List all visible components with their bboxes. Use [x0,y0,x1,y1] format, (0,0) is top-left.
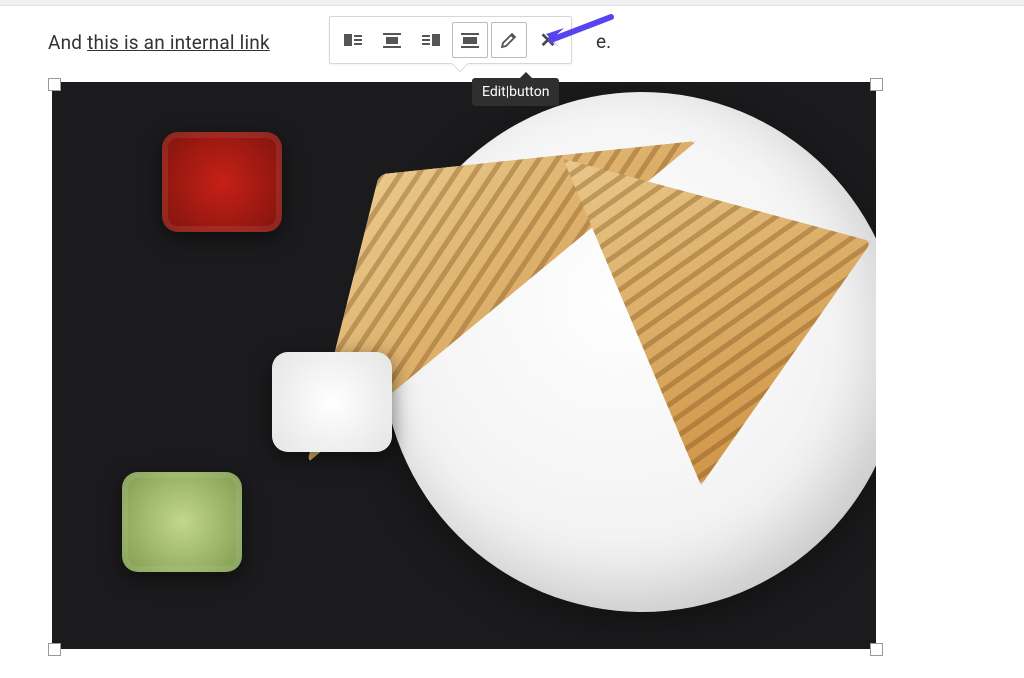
close-icon: ✕ [540,28,557,53]
resize-handle-bottom-left[interactable] [48,643,61,656]
paragraph-text: And this is an internal link [48,30,270,57]
resize-handle-top-right[interactable] [870,78,883,91]
resize-handle-bottom-right[interactable] [870,643,883,656]
image-inline-toolbar: ✕ [329,16,572,64]
align-none-button[interactable] [452,22,488,58]
align-right-button[interactable] [413,22,449,58]
editor-content: And this is an internal link [0,6,318,57]
align-center-button[interactable] [374,22,410,58]
resize-handle-top-left[interactable] [48,78,61,91]
remove-image-button[interactable]: ✕ [530,22,566,58]
selected-image[interactable] [52,82,876,649]
align-right-icon [421,30,441,50]
text-after-popup: e. [596,30,611,53]
align-none-icon [460,30,480,50]
align-left-icon [343,30,363,50]
internal-link[interactable]: this is an internal link [87,31,270,54]
tooltip-text: Edit|button [482,84,549,100]
image-dip-red [162,132,282,232]
align-left-button[interactable] [335,22,371,58]
text-before-link: And [48,31,87,54]
edit-image-button[interactable] [491,22,527,58]
edit-tooltip: Edit|button [472,78,559,106]
align-center-icon [382,30,402,50]
pencil-icon [499,30,519,50]
image-dip-white [272,352,392,452]
image-dip-green [122,472,242,572]
